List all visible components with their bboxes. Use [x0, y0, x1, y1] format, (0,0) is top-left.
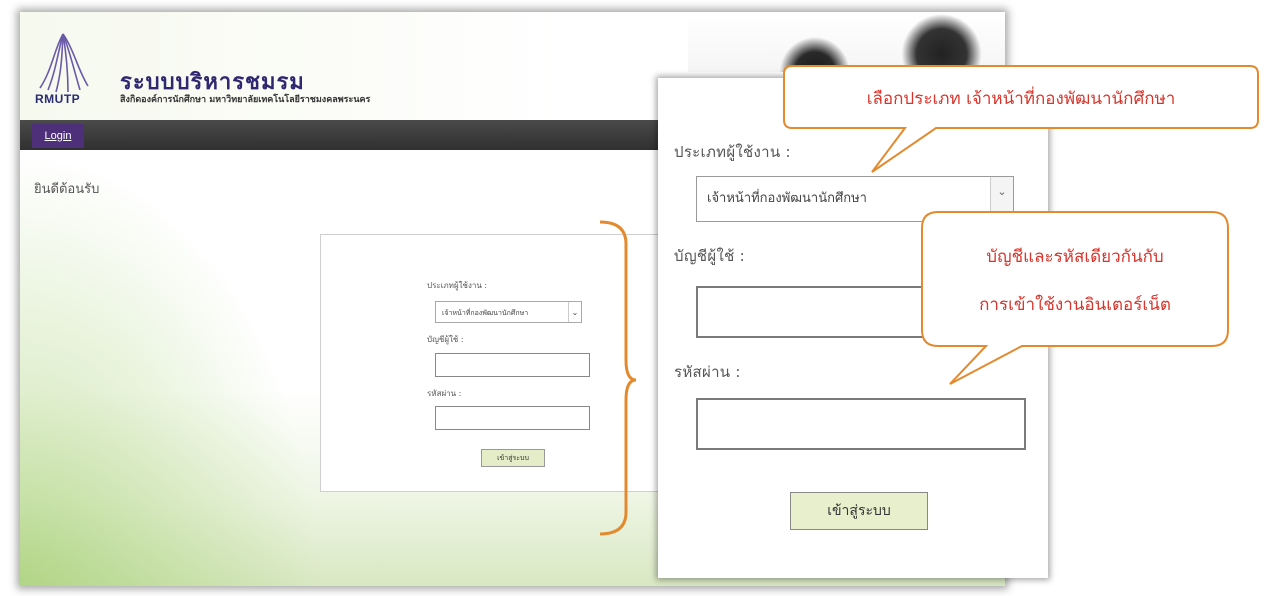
account-input[interactable]	[435, 353, 590, 377]
zoomed-login-panel: ประเภทผู้ใช้งาน : เจ้าหน้าที่กองพัฒนานัก…	[658, 78, 1048, 578]
zoom-login-button[interactable]: เข้าสู่ระบบ	[790, 492, 928, 530]
callout-1-text: เลือกประเภท เจ้าหน้าที่กองพัฒนานักศึกษา	[866, 89, 1176, 109]
zoom-password-label: รหัสผ่าน :	[674, 363, 741, 381]
zoom-user-type-label: ประเภทผู้ใช้งาน :	[674, 143, 791, 161]
background-glow	[20, 150, 320, 586]
password-label: รหัสผ่าน :	[427, 389, 462, 398]
callout-2-line2: การเข้าใช้งานอินเตอร์เน็ต	[979, 295, 1171, 315]
chevron-down-icon: ⌄	[568, 302, 581, 322]
user-type-label: ประเภทผู้ใช้งาน :	[427, 281, 488, 290]
nav-login-link[interactable]: Login	[32, 124, 84, 148]
account-label: บัญชีผู้ใช้ :	[427, 335, 464, 344]
welcome-text: ยินดีต้อนรับ	[34, 182, 100, 197]
callout-2-line1: บัญชีและรหัสเดียวกันกับ	[986, 247, 1164, 267]
site-subtitle: สิงกิดองค์การนักศึกษา มหาวิทยาลัยเทคโนโล…	[120, 95, 371, 105]
header-photo	[688, 12, 1005, 72]
zoom-user-type-select[interactable]: เจ้าหน้าที่กองพัฒนานักศึกษา ⌄	[696, 176, 1014, 222]
user-type-select[interactable]: เจ้าหน้าที่กองพัฒนานักศึกษา ⌄	[435, 301, 582, 323]
zoom-password-input[interactable]	[696, 398, 1026, 450]
login-button[interactable]: เข้าสู่ระบบ	[481, 449, 545, 467]
rmutp-logo-icon	[39, 33, 89, 93]
bracket-annotation	[599, 220, 637, 536]
logo-text: RMUTP	[35, 92, 81, 106]
chevron-down-icon: ⌄	[990, 177, 1013, 221]
user-type-value: เจ้าหน้าที่กองพัฒนานักศึกษา	[442, 309, 529, 317]
zoom-account-label: บัญชีผู้ใช้ :	[674, 247, 745, 265]
zoom-user-type-value: เจ้าหน้าที่กองพัฒนานักศึกษา	[707, 191, 867, 206]
password-input[interactable]	[435, 406, 590, 430]
